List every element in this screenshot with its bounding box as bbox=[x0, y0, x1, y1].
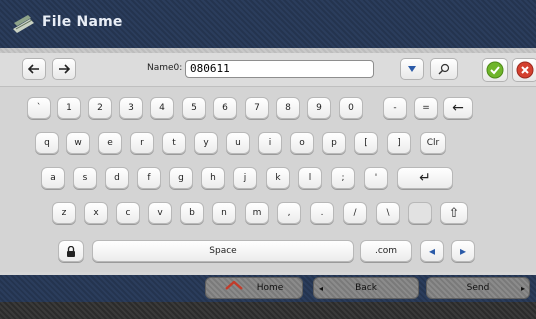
key-period[interactable]: . bbox=[310, 202, 334, 224]
key-w[interactable]: w bbox=[66, 132, 90, 154]
send-arrow-icon: ▸ bbox=[520, 283, 525, 293]
key-a[interactable]: a bbox=[41, 167, 65, 189]
key-f[interactable]: f bbox=[137, 167, 161, 189]
ok-button[interactable] bbox=[482, 58, 508, 82]
key-4[interactable]: 4 bbox=[150, 97, 174, 119]
key-shift[interactable]: ⇧ bbox=[440, 202, 468, 224]
footer-strip bbox=[0, 302, 536, 319]
key-j[interactable]: j bbox=[233, 167, 257, 189]
key-0[interactable]: 0 bbox=[339, 97, 363, 119]
close-icon bbox=[516, 61, 534, 79]
key-i[interactable]: i bbox=[258, 132, 282, 154]
file-name-input[interactable]: 080611 bbox=[185, 60, 374, 78]
key-s[interactable]: s bbox=[73, 167, 97, 189]
key-k[interactable]: k bbox=[266, 167, 290, 189]
cursor-left-button[interactable] bbox=[22, 58, 46, 80]
back-button[interactable]: ◂ Back bbox=[313, 277, 419, 299]
key-o[interactable]: o bbox=[290, 132, 314, 154]
key-right-bracket[interactable]: ] bbox=[387, 132, 411, 154]
key-enter[interactable]: ↵ bbox=[397, 167, 453, 189]
key-d[interactable]: d bbox=[105, 167, 129, 189]
search-button[interactable] bbox=[430, 58, 458, 80]
virtual-keyboard: ` 1 2 3 4 5 6 7 8 9 0 - = ← q w e r t y … bbox=[0, 87, 536, 272]
page-title: File Name bbox=[42, 14, 123, 30]
key-9[interactable]: 9 bbox=[307, 97, 331, 119]
send-button[interactable]: Send ▸ bbox=[426, 277, 530, 299]
key-q[interactable]: q bbox=[35, 132, 59, 154]
key-blank[interactable] bbox=[408, 202, 432, 224]
key-c[interactable]: c bbox=[116, 202, 140, 224]
key-h[interactable]: h bbox=[201, 167, 225, 189]
cancel-button[interactable] bbox=[512, 58, 536, 82]
home-button[interactable]: Home bbox=[205, 277, 303, 299]
key-m[interactable]: m bbox=[245, 202, 269, 224]
scanner-app-icon bbox=[13, 15, 34, 33]
key-y[interactable]: y bbox=[194, 132, 218, 154]
key-6[interactable]: 6 bbox=[213, 97, 237, 119]
key-backslash[interactable]: \ bbox=[376, 202, 400, 224]
arrow-right-icon bbox=[59, 64, 70, 74]
key-u[interactable]: u bbox=[226, 132, 250, 154]
key-dotcom[interactable]: .com bbox=[360, 240, 412, 262]
title-bar: File Name bbox=[0, 0, 536, 48]
key-z[interactable]: z bbox=[52, 202, 76, 224]
key-n[interactable]: n bbox=[212, 202, 236, 224]
key-7[interactable]: 7 bbox=[245, 97, 269, 119]
history-dropdown-button[interactable] bbox=[400, 58, 424, 80]
key-2[interactable]: 2 bbox=[88, 97, 112, 119]
key-8[interactable]: 8 bbox=[276, 97, 300, 119]
caps-lock-button[interactable] bbox=[58, 240, 84, 262]
key-minus[interactable]: - bbox=[383, 97, 407, 119]
key-backtick[interactable]: ` bbox=[27, 97, 51, 119]
key-1[interactable]: 1 bbox=[57, 97, 81, 119]
home-icon bbox=[224, 281, 243, 290]
key-semicolon[interactable]: ; bbox=[331, 167, 355, 189]
key-left-bracket[interactable]: [ bbox=[354, 132, 378, 154]
search-icon bbox=[438, 63, 450, 75]
key-quote[interactable]: ' bbox=[364, 167, 388, 189]
key-3[interactable]: 3 bbox=[119, 97, 143, 119]
key-slash[interactable]: / bbox=[343, 202, 367, 224]
check-icon bbox=[486, 61, 504, 79]
key-r[interactable]: r bbox=[130, 132, 154, 154]
back-label: Back bbox=[355, 283, 377, 293]
key-e[interactable]: e bbox=[98, 132, 122, 154]
key-g[interactable]: g bbox=[169, 167, 193, 189]
chevron-down-icon bbox=[408, 66, 416, 72]
name-field-label: Name0: bbox=[147, 63, 183, 73]
key-x[interactable]: x bbox=[84, 202, 108, 224]
key-cursor-left[interactable]: ◂ bbox=[420, 240, 444, 262]
key-t[interactable]: t bbox=[162, 132, 186, 154]
key-p[interactable]: p bbox=[322, 132, 346, 154]
key-space[interactable]: Space bbox=[92, 240, 354, 262]
home-label: Home bbox=[256, 283, 284, 293]
key-l[interactable]: l bbox=[298, 167, 322, 189]
arrow-left-icon bbox=[28, 64, 39, 74]
key-cursor-right[interactable]: ▸ bbox=[451, 240, 475, 262]
key-v[interactable]: v bbox=[148, 202, 172, 224]
lock-icon bbox=[67, 245, 75, 257]
back-arrow-icon: ◂ bbox=[319, 283, 324, 293]
key-b[interactable]: b bbox=[180, 202, 204, 224]
send-label: Send bbox=[466, 283, 490, 293]
key-backspace[interactable]: ← bbox=[443, 97, 473, 119]
cursor-right-button[interactable] bbox=[52, 58, 76, 80]
key-equals[interactable]: = bbox=[414, 97, 438, 119]
key-clear[interactable]: Clr bbox=[420, 132, 446, 154]
key-comma[interactable]: , bbox=[277, 202, 301, 224]
key-5[interactable]: 5 bbox=[182, 97, 206, 119]
